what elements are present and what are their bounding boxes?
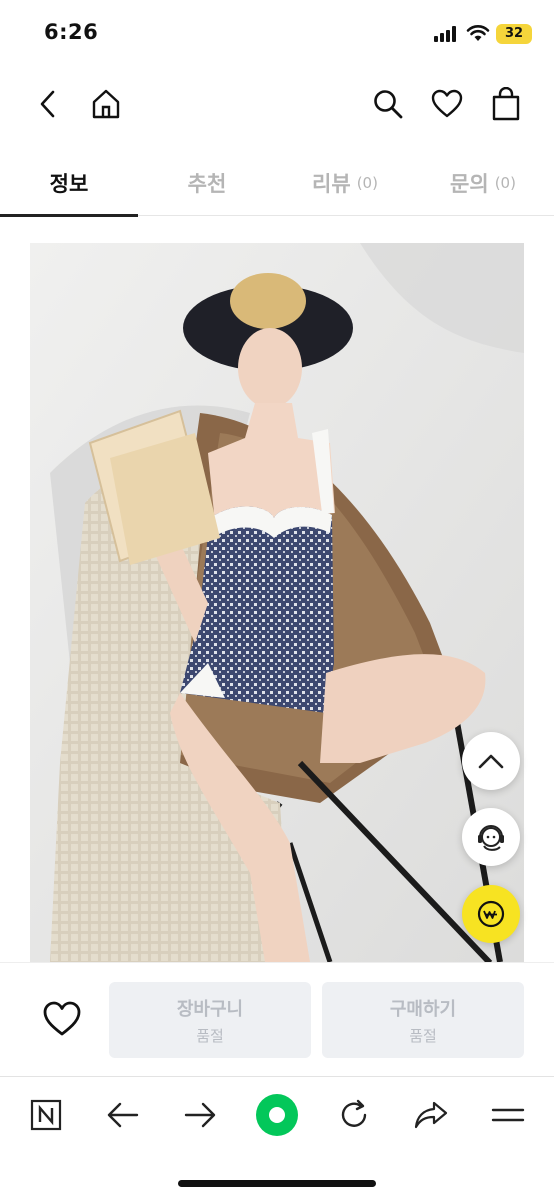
- back-arrow-icon: [40, 90, 55, 118]
- naver-logo-icon: [30, 1099, 62, 1131]
- tab-info[interactable]: 정보: [0, 150, 138, 217]
- home-icon: [92, 89, 120, 119]
- buy-sold-out-label: 품절: [409, 1026, 437, 1045]
- scroll-top-button[interactable]: [462, 732, 520, 790]
- wishlist-button[interactable]: [36, 993, 88, 1045]
- share-button[interactable]: [405, 1091, 457, 1139]
- tab-recommend[interactable]: 추천: [138, 150, 276, 216]
- back-arrow-icon: [107, 1102, 139, 1128]
- tab-label: 문의: [450, 172, 489, 196]
- menu-button[interactable]: [482, 1091, 534, 1139]
- heart-icon: [431, 89, 463, 118]
- browser-back-button[interactable]: [97, 1091, 149, 1139]
- back-button[interactable]: [26, 82, 70, 126]
- tab-count: (0): [494, 174, 516, 192]
- heart-icon: [43, 1001, 81, 1036]
- cart-button[interactable]: [484, 82, 528, 126]
- buy-now-button[interactable]: 구매하기 품절: [322, 982, 524, 1058]
- chevron-up-icon: [478, 754, 504, 769]
- customer-service-icon: [478, 825, 504, 851]
- home-button[interactable]: [84, 82, 128, 126]
- tab-count: (0): [356, 174, 378, 192]
- tab-inquiries[interactable]: 문의 (0): [414, 150, 552, 216]
- pay-button[interactable]: [462, 885, 520, 943]
- add-to-cart-button[interactable]: 장바구니 품절: [109, 982, 311, 1058]
- browser-forward-button[interactable]: [174, 1091, 226, 1139]
- status-bar: 6:26 32: [0, 0, 554, 66]
- wishlist-button[interactable]: [425, 82, 469, 126]
- shopping-bag-icon: [492, 87, 520, 121]
- battery-level: 32: [504, 26, 524, 41]
- pay-icon: [477, 900, 505, 928]
- tab-label: 리뷰: [312, 172, 351, 196]
- tab-reviews[interactable]: 리뷰 (0): [276, 150, 414, 216]
- search-button[interactable]: [366, 82, 410, 126]
- refresh-button[interactable]: [328, 1091, 380, 1139]
- battery-indicator: 32: [496, 24, 532, 44]
- wifi-icon: [466, 24, 490, 42]
- tab-label: 정보: [49, 172, 89, 196]
- menu-icon: [491, 1108, 525, 1122]
- naver-home-button[interactable]: [20, 1091, 72, 1139]
- cart-button-label: 장바구니: [176, 998, 244, 1020]
- purchase-bar: 장바구니 품절 구매하기 품절: [0, 962, 554, 1074]
- customer-service-button[interactable]: [462, 808, 520, 866]
- product-tabs: 정보 추천 리뷰 (0) 문의 (0): [0, 150, 554, 217]
- status-time: 6:26: [44, 20, 99, 44]
- green-dot-button[interactable]: [251, 1091, 303, 1139]
- share-icon: [414, 1101, 448, 1129]
- cellular-signal-icon: [434, 26, 460, 42]
- home-indicator: [178, 1180, 376, 1187]
- product-image[interactable]: [30, 243, 524, 962]
- app-header: [0, 72, 554, 136]
- refresh-icon: [341, 1099, 367, 1127]
- green-circle-icon: [256, 1094, 298, 1136]
- cart-sold-out-label: 품절: [196, 1026, 224, 1045]
- active-tab-indicator: [0, 214, 138, 217]
- tab-label: 추천: [187, 172, 227, 196]
- forward-arrow-icon: [184, 1102, 216, 1128]
- buy-button-label: 구매하기: [389, 998, 457, 1020]
- search-icon: [374, 90, 403, 119]
